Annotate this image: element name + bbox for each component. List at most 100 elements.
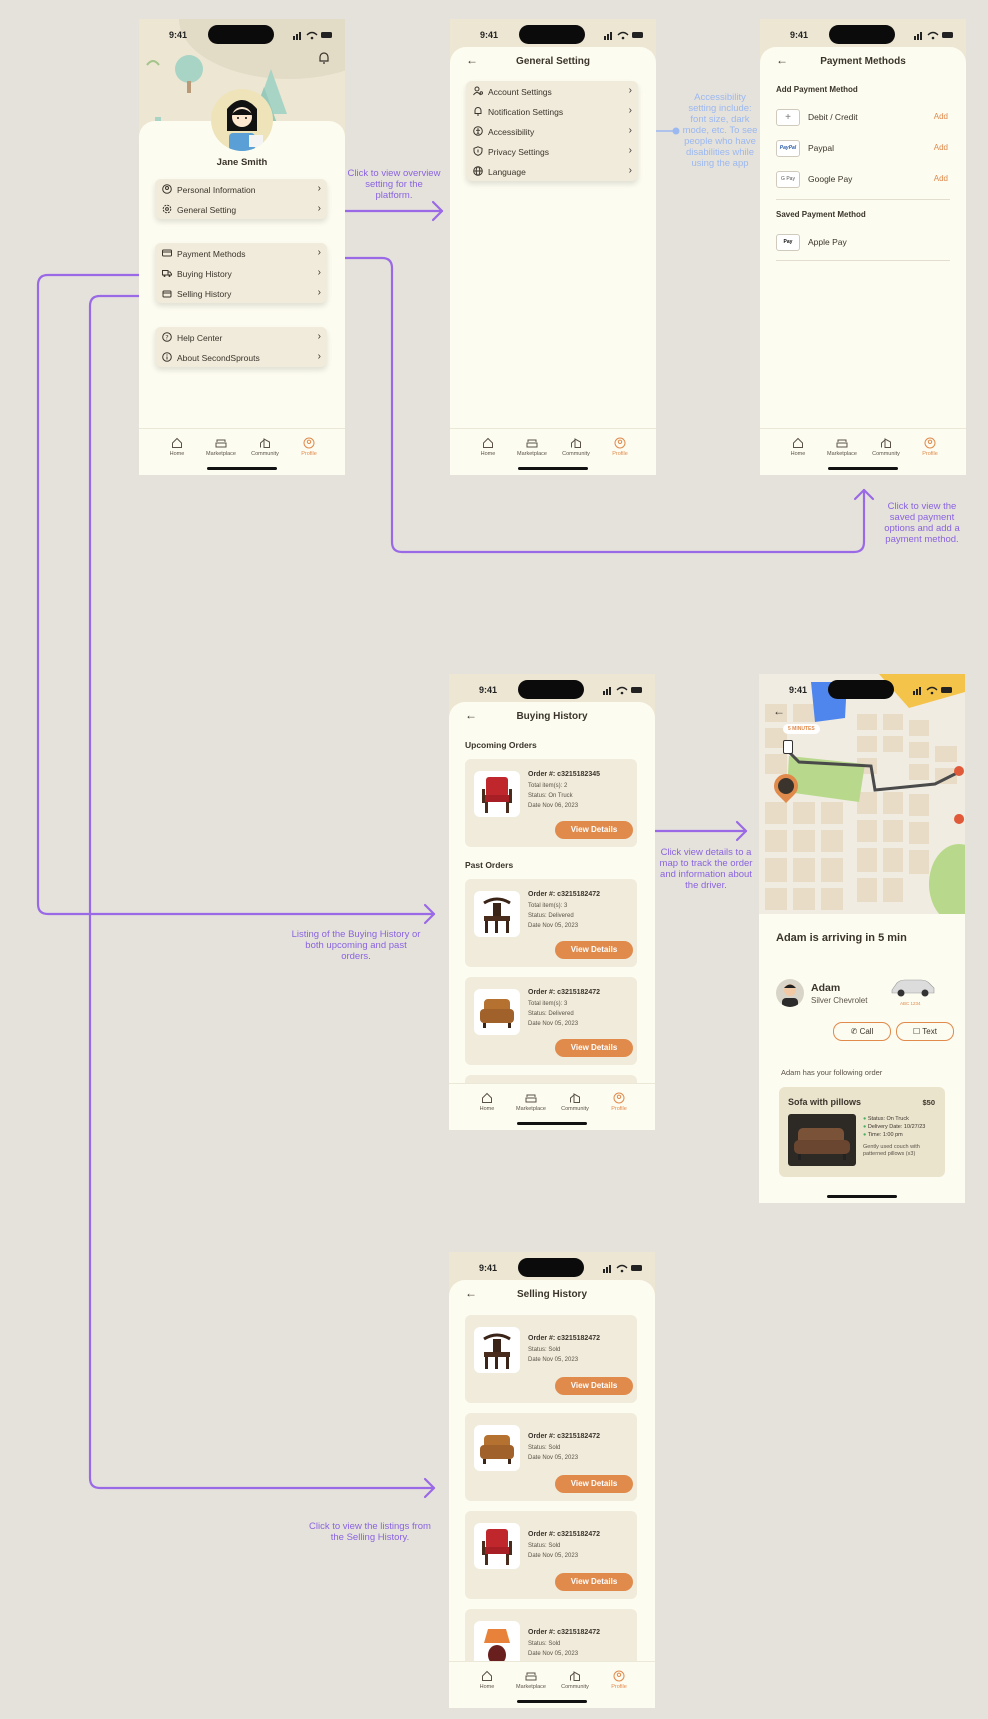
chevron-right-icon: › (628, 125, 632, 136)
order-price: $50 (922, 1098, 935, 1107)
setting-privacy[interactable]: Privacy Settings › (466, 141, 638, 161)
order-item-name: Sofa with pillows (788, 1097, 862, 1107)
home-icon (793, 437, 803, 448)
driver-car: Silver Chevrolet (811, 996, 868, 1005)
payment-google-pay[interactable]: G Pay Google Pay Add (776, 169, 950, 189)
chevron-right-icon: › (317, 247, 321, 258)
profile-group-support: ? Help Center › About SecondSprouts › (155, 327, 327, 367)
payment-debit-credit[interactable]: + Debit / Credit Add (776, 107, 950, 127)
general-setting-screen: 9:41 ← General Setting Account Settings … (450, 19, 656, 475)
view-details-button[interactable]: View Details (555, 1377, 633, 1395)
help-circle-icon: ? (162, 332, 172, 342)
dynamic-island (518, 680, 584, 699)
nav-community[interactable]: Community (245, 437, 285, 457)
add-debit-button[interactable]: Add (934, 112, 948, 121)
tracking-sheet: Adam is arriving in 5 min Adam Silver Ch… (759, 914, 965, 1203)
view-details-button[interactable]: View Details (555, 941, 633, 959)
chair-wood-image (474, 891, 520, 937)
home-icon (482, 1092, 492, 1103)
payment-paypal[interactable]: PayPal Paypal Add (776, 138, 950, 158)
nav-home[interactable]: Home (467, 1670, 507, 1690)
call-button[interactable]: ✆ Call (833, 1022, 891, 1041)
home-indicator (207, 467, 277, 470)
profile-icon (614, 437, 626, 449)
view-details-button[interactable]: View Details (555, 1475, 633, 1493)
chevron-right-icon: › (317, 183, 321, 194)
payment-apple-pay[interactable]: Pay Apple Pay (776, 232, 950, 252)
nav-community[interactable]: Community (556, 437, 596, 457)
menu-help-center[interactable]: ? Help Center › (155, 327, 327, 347)
profile-icon (303, 437, 315, 449)
divider (776, 199, 950, 200)
menu-selling-history[interactable]: Selling History › (155, 283, 327, 303)
profile-icon (613, 1670, 625, 1682)
dynamic-island (208, 25, 274, 44)
setting-notification[interactable]: Notification Settings › (466, 101, 638, 121)
sofa-icon (525, 1672, 537, 1681)
nav-home[interactable]: Home (468, 437, 508, 457)
nav-marketplace[interactable]: Marketplace (511, 1092, 551, 1112)
saved-payment-heading: Saved Payment Method (776, 210, 866, 219)
menu-general-setting[interactable]: General Setting › (155, 199, 327, 219)
chevron-right-icon: › (317, 331, 321, 342)
menu-payment-methods[interactable]: Payment Methods › (155, 243, 327, 263)
car-marker-icon (783, 740, 793, 754)
order-status-line: ● Status: On Truck (863, 1116, 909, 1122)
nav-profile[interactable]: Profile (600, 437, 640, 457)
nav-profile[interactable]: Profile (289, 437, 329, 457)
nav-community[interactable]: Community (866, 437, 906, 457)
dynamic-island (829, 25, 895, 44)
plus-icon: + (776, 109, 800, 126)
driver-name: Adam (811, 982, 841, 994)
add-google-pay-button[interactable]: Add (934, 174, 948, 183)
bottom-nav: Home Marketplace Community Profile (450, 428, 656, 475)
nav-community[interactable]: Community (555, 1092, 595, 1112)
nav-home[interactable]: Home (467, 1092, 507, 1112)
general-settings-list: Account Settings › Notification Settings… (466, 81, 638, 181)
nav-home[interactable]: Home (778, 437, 818, 457)
view-details-button[interactable]: View Details (555, 1039, 633, 1057)
sofa-image (788, 1114, 856, 1166)
menu-personal-information[interactable]: Personal Information › (155, 179, 327, 199)
setting-accessibility[interactable]: Accessibility › (466, 121, 638, 141)
status-icons (914, 31, 953, 40)
nav-profile[interactable]: Profile (599, 1670, 639, 1690)
menu-about[interactable]: About SecondSprouts › (155, 347, 327, 367)
view-details-button[interactable]: View Details (555, 821, 633, 839)
nav-home[interactable]: Home (157, 437, 197, 457)
text-button[interactable]: ☐ Text (896, 1022, 954, 1041)
status-icons (603, 1264, 642, 1273)
nav-profile[interactable]: Profile (599, 1092, 639, 1112)
home-indicator (828, 467, 898, 470)
profile-group-account: Personal Information › General Setting › (155, 179, 327, 219)
setting-account[interactable]: Account Settings › (466, 81, 638, 101)
nav-community[interactable]: Community (555, 1670, 595, 1690)
home-icon (172, 437, 182, 448)
setting-language[interactable]: Language › (466, 161, 638, 181)
nav-marketplace[interactable]: Marketplace (512, 437, 552, 457)
page-title: Payment Methods (820, 56, 906, 67)
order-time-line: ● Time: 1:00 pm (863, 1132, 903, 1138)
bottom-nav: Home Marketplace Community Profile (139, 428, 345, 475)
nav-profile[interactable]: Profile (910, 437, 950, 457)
buying-history-screen: 9:41 ← Buying History Upcoming Orders Or… (449, 674, 655, 1130)
listing-card: Order #: c3215182472 Status: Sold Date N… (465, 1315, 637, 1403)
menu-buying-history[interactable]: Buying History › (155, 263, 327, 283)
notification-bell-icon[interactable] (317, 51, 331, 65)
home-indicator (518, 467, 588, 470)
nav-marketplace[interactable]: Marketplace (822, 437, 862, 457)
add-paypal-button[interactable]: Add (934, 143, 948, 152)
home-indicator (827, 1195, 897, 1198)
sofa-icon (215, 439, 227, 448)
nav-marketplace[interactable]: Marketplace (201, 437, 241, 457)
status-icons (913, 686, 952, 695)
community-icon (570, 1671, 580, 1681)
nav-marketplace[interactable]: Marketplace (511, 1670, 551, 1690)
community-icon (260, 438, 270, 448)
avatar (211, 89, 273, 151)
gear-icon (162, 204, 172, 214)
order-summary-card[interactable]: Sofa with pillows $50 ● Status: On Truck… (779, 1087, 945, 1177)
page-title: General Setting (516, 56, 590, 67)
back-arrow-icon[interactable]: ← (773, 704, 785, 718)
view-details-button[interactable]: View Details (555, 1573, 633, 1591)
